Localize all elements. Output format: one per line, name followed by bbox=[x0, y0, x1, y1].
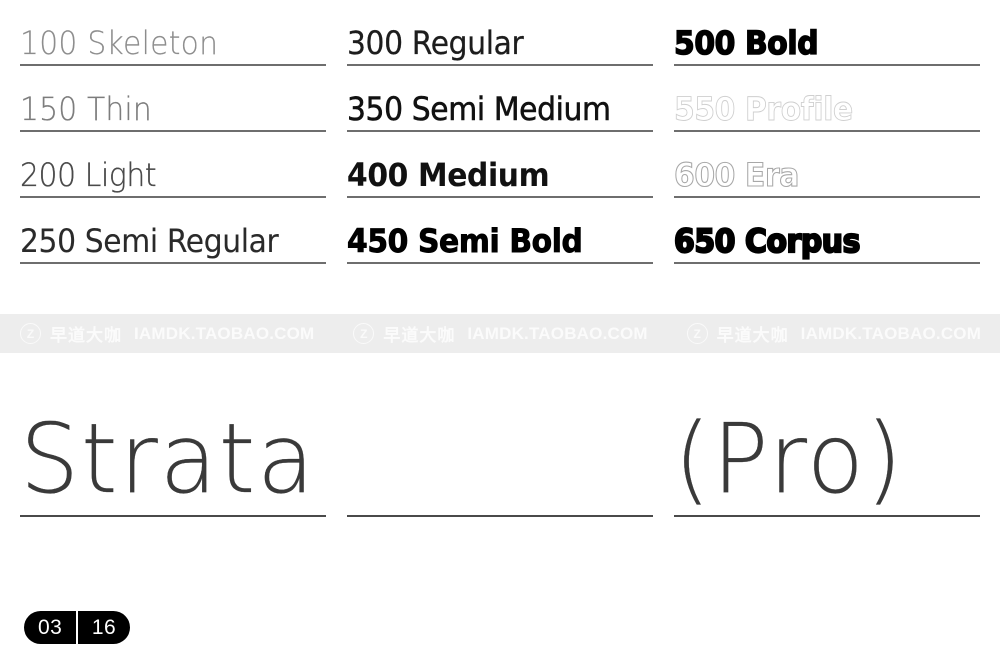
specimen-page: 100 Skeleton 150 Thin 200 Light 250 Semi… bbox=[0, 0, 1000, 669]
weight-column-1: 100 Skeleton 150 Thin 200 Light 250 Semi… bbox=[20, 0, 326, 300]
display-text-pro: (Pro) bbox=[674, 403, 905, 515]
weight-label-300-regular: 300 Regular bbox=[347, 24, 524, 62]
weight-label-600-era: 600 Era bbox=[674, 156, 800, 194]
weight-row: 650 Corpus bbox=[674, 198, 980, 264]
weight-label-650-corpus: 650 Corpus bbox=[674, 222, 861, 260]
display-text-strata: Strata bbox=[20, 403, 317, 515]
page-number-badge: 03 16 bbox=[24, 611, 131, 644]
weight-label-350-semi-medium: 350 Semi Medium bbox=[347, 90, 611, 128]
display-cell-empty bbox=[347, 372, 653, 517]
weight-row: 350 Semi Medium bbox=[347, 66, 653, 132]
weight-row: 600 Era bbox=[674, 132, 980, 198]
weight-row: 550 Profile bbox=[674, 66, 980, 132]
weight-label-500-bold: 500 Bold bbox=[674, 24, 819, 62]
watermark-url: IAMDK.TAOBAO.COM bbox=[467, 323, 648, 343]
watermark-brand-name: 早道大咖 bbox=[50, 326, 122, 346]
watermark-logo-icon: Z bbox=[353, 323, 375, 344]
watermark-logo-icon: Z bbox=[20, 323, 41, 344]
display-cell-family-name: Strata bbox=[20, 372, 326, 517]
weight-row: 100 Skeleton bbox=[20, 0, 326, 66]
watermark-unit: Z 早道大咖 IAMDK.TAOBAO.COM bbox=[667, 321, 1000, 346]
watermark-unit: Z 早道大咖 IAMDK.TAOBAO.COM bbox=[333, 321, 666, 346]
weight-row: 150 Thin bbox=[20, 66, 326, 132]
watermark-unit: Z 早道大咖 IAMDK.TAOBAO.COM bbox=[0, 321, 333, 346]
watermark-url: IAMDK.TAOBAO.COM bbox=[800, 323, 982, 343]
weight-grid: 100 Skeleton 150 Thin 200 Light 250 Semi… bbox=[0, 0, 1000, 300]
weight-row: 250 Semi Regular bbox=[20, 198, 326, 264]
watermark-brand-name: 早道大咖 bbox=[716, 326, 789, 346]
display-cell-family-suffix: (Pro) bbox=[674, 372, 980, 517]
watermark-brand-name: 早道大咖 bbox=[383, 326, 456, 346]
weight-row: 400 Medium bbox=[347, 132, 653, 198]
weight-row: 300 Regular bbox=[347, 0, 653, 66]
weight-label-250-semi-regular: 250 Semi Regular bbox=[20, 222, 279, 260]
weight-label-400-medium: 400 Medium bbox=[347, 156, 550, 194]
weight-label-150-thin: 150 Thin bbox=[20, 90, 152, 128]
weight-label-450-semi-bold: 450 Semi Bold bbox=[347, 222, 583, 260]
display-specimen-row: Strata (Pro) bbox=[0, 372, 1000, 517]
watermark-band: Z 早道大咖 IAMDK.TAOBAO.COM Z 早道大咖 IAMDK.TAO… bbox=[0, 314, 1000, 353]
weight-label-100-skeleton: 100 Skeleton bbox=[20, 24, 219, 62]
watermark-url: IAMDK.TAOBAO.COM bbox=[134, 323, 315, 343]
weight-column-2: 300 Regular 350 Semi Medium 400 Medium 4… bbox=[347, 0, 653, 300]
page-total-number: 16 bbox=[91, 616, 117, 639]
weight-column-3: 500 Bold 550 Profile 600 Era 650 Corpus bbox=[674, 0, 980, 300]
watermark-logo-icon: Z bbox=[686, 323, 708, 344]
weight-row: 200 Light bbox=[20, 132, 326, 198]
weight-label-550-profile: 550 Profile bbox=[674, 90, 854, 128]
weight-row: 450 Semi Bold bbox=[347, 198, 653, 264]
weight-label-200-light: 200 Light bbox=[20, 156, 157, 194]
page-current-number: 03 bbox=[38, 616, 63, 639]
weight-row: 500 Bold bbox=[674, 0, 980, 66]
